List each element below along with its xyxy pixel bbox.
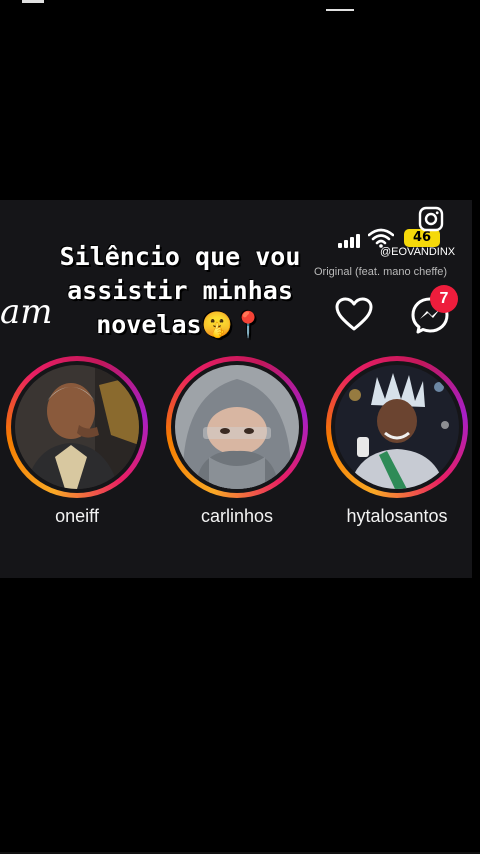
story-ring xyxy=(166,356,308,498)
status-bar xyxy=(0,0,480,20)
watermark-handle: @EOVANDINX xyxy=(380,246,456,258)
status-indicator-left xyxy=(22,0,44,3)
avatar xyxy=(175,365,299,489)
story-item[interactable]: carlinhos xyxy=(164,356,310,527)
story-ring xyxy=(6,356,148,498)
caption-line-3: novelas🤫📍 xyxy=(96,310,264,339)
status-indicator-center xyxy=(326,9,354,11)
wifi-icon xyxy=(368,228,394,248)
video-caption: Silêncio que vou assistir minhas novelas… xyxy=(0,240,360,342)
instagram-icon xyxy=(418,206,444,232)
story-username: oneiff xyxy=(55,506,99,526)
notification-badge: 7 xyxy=(430,285,458,313)
story-item[interactable]: hytalosantos xyxy=(324,356,470,527)
caption-line-2: assistir minhas xyxy=(67,276,293,305)
story-ring xyxy=(326,356,468,498)
avatar xyxy=(15,365,139,489)
heart-icon[interactable] xyxy=(334,296,374,332)
caption-line-1: Silêncio que vou xyxy=(59,242,301,271)
avatar xyxy=(335,365,459,489)
story-item[interactable]: oneiff xyxy=(4,356,150,527)
story-username: hytalosantos xyxy=(346,506,448,526)
story-username: carlinhos xyxy=(200,506,274,526)
